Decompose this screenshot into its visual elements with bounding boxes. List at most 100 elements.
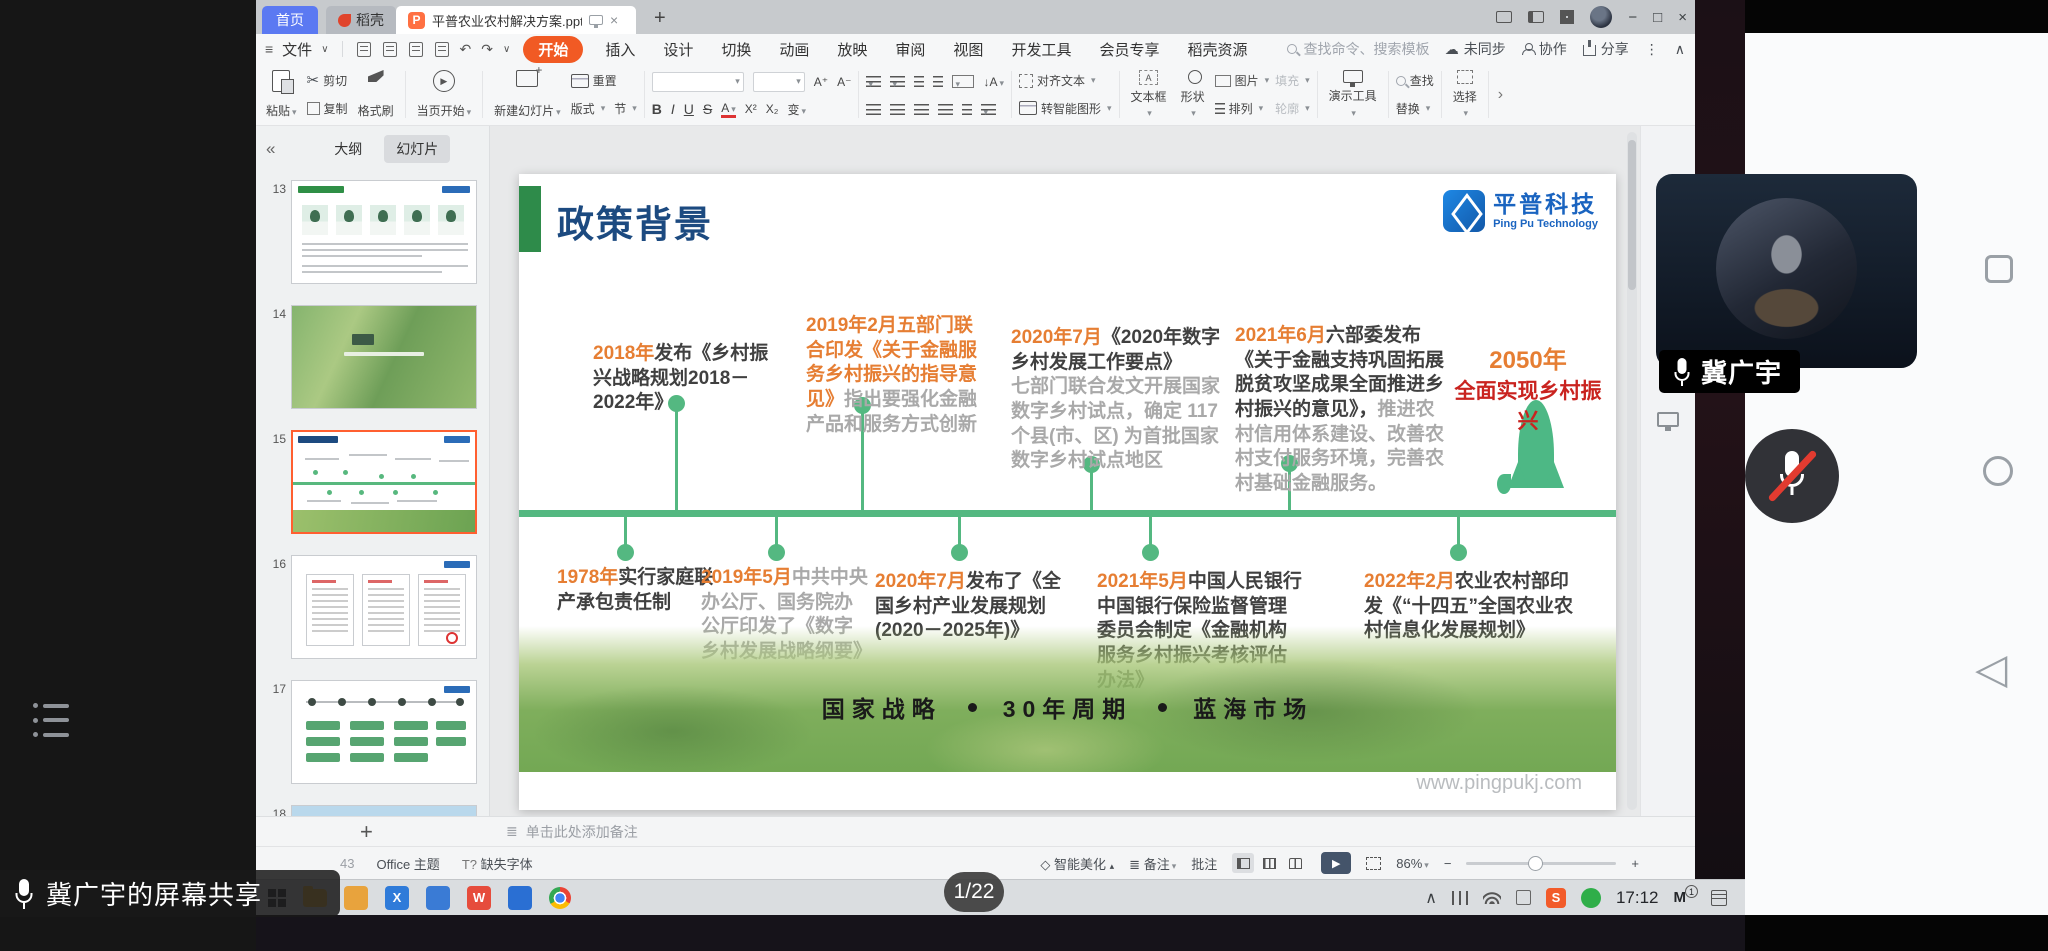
comments-button[interactable]: 批注 [1191, 854, 1217, 873]
app-icon-1[interactable] [344, 886, 368, 910]
redo-icon[interactable]: ↷ [481, 41, 493, 58]
mail-app-icon[interactable] [426, 886, 450, 910]
app-icon-3[interactable] [508, 886, 532, 910]
slide-thumb-15-selected[interactable]: 15 [260, 430, 489, 534]
zoom-slider[interactable] [1466, 862, 1616, 865]
cast-icon[interactable] [589, 15, 603, 25]
reset-button[interactable]: 重置 [571, 72, 637, 89]
collapse-panel-icon[interactable]: « [266, 139, 275, 159]
sync-status[interactable]: ☁ 未同步 [1445, 39, 1506, 59]
tray-expand-icon[interactable]: ∧ [1425, 888, 1437, 908]
tab-document[interactable]: P 平普农业农村解决方案.pptx × [396, 6, 636, 34]
apps-grid-icon[interactable] [1560, 10, 1574, 24]
sogou-input-icon[interactable]: S [1546, 888, 1566, 908]
play-from-current-button[interactable]: ▶ 当页开始 [413, 67, 476, 122]
fit-slide-button[interactable] [1366, 857, 1381, 870]
toolbar-expander[interactable]: › [1498, 86, 1503, 104]
font-color-button[interactable]: A [721, 101, 736, 118]
collapse-ribbon-icon[interactable]: ∧ [1675, 41, 1685, 58]
clock[interactable]: 17:12 [1616, 888, 1659, 908]
menu-transition[interactable]: 切换 [707, 39, 765, 60]
menu-insert[interactable]: 插入 [591, 39, 649, 60]
select-button[interactable]: 选择 [1449, 67, 1481, 122]
align-right-button[interactable] [914, 104, 929, 115]
canvas-scrollbar[interactable] [1627, 132, 1637, 810]
menu-animation[interactable]: 动画 [765, 39, 823, 60]
slide-15[interactable]: 政策背景 平普科技 Ping Pu Technology [519, 174, 1616, 810]
app-icon-2[interactable]: X [385, 886, 409, 910]
zoom-level[interactable]: 86% [1396, 856, 1429, 871]
split-view-icon[interactable] [1528, 11, 1544, 23]
distribute-button[interactable] [962, 104, 972, 115]
more-tools-icon[interactable]: ∨ [503, 44, 510, 55]
preview-icon[interactable] [435, 42, 449, 57]
arrange-button[interactable]: 排列 [1215, 100, 1270, 117]
participants-list-icon[interactable] [33, 703, 75, 737]
highlight-button[interactable]: 变 [787, 101, 806, 118]
participant-video-tile[interactable] [1656, 174, 1917, 368]
android-back-button[interactable]: ◁ [1975, 648, 2007, 690]
print-icon[interactable] [409, 42, 423, 57]
shape-button[interactable]: 形状 [1177, 67, 1209, 122]
chrome-icon[interactable] [549, 887, 571, 909]
zoom-out-button[interactable]: − [1444, 856, 1452, 871]
reading-view-button[interactable] [1284, 853, 1306, 873]
slide-thumb-16[interactable]: 16 [260, 555, 489, 659]
decrease-indent-button[interactable] [914, 76, 924, 87]
close-button[interactable]: × [1678, 9, 1687, 26]
slide-thumb-13[interactable]: 13 [260, 180, 489, 284]
cast-to-screen-icon[interactable] [1657, 412, 1679, 427]
wps-app-icon[interactable]: W [467, 886, 491, 910]
slideshow-play-button[interactable]: ▶ [1321, 852, 1351, 874]
file-menu[interactable]: ≡ 文件 ∨ [260, 39, 334, 60]
new-slide-button[interactable]: 新建幻灯片 [490, 67, 565, 122]
tab-home[interactable]: 首页 [262, 6, 318, 34]
menu-member[interactable]: 会员专享 [1085, 39, 1173, 60]
wifi-icon[interactable] [1483, 891, 1501, 904]
vertical-text-button[interactable]: ↓A [983, 75, 1004, 89]
bold-button[interactable]: B [652, 101, 662, 117]
font-name-select[interactable] [652, 72, 744, 92]
tray-app-icon[interactable] [1516, 890, 1531, 905]
save-icon[interactable] [357, 42, 371, 57]
mute-button[interactable] [1745, 429, 1839, 523]
action-center-icon[interactable] [1711, 890, 1727, 906]
underline-button[interactable]: U [684, 101, 694, 117]
layout-button[interactable]: 版式 [571, 100, 606, 117]
layout-mode-icon[interactable] [1496, 11, 1512, 23]
share-button[interactable]: 分享 [1583, 39, 1629, 59]
add-slide-button[interactable]: + [360, 819, 373, 845]
maximize-button[interactable]: □ [1653, 9, 1662, 26]
subscript-button[interactable]: X₂ [766, 102, 779, 116]
decrease-font-button[interactable]: A⁻ [837, 75, 851, 89]
menu-view[interactable]: 视图 [939, 39, 997, 60]
section-button[interactable]: 节 [614, 100, 637, 117]
slide-thumb-18[interactable]: 18 [260, 805, 489, 816]
undo-icon[interactable]: ↶ [460, 41, 472, 58]
slide-thumb-17[interactable]: 17 [260, 680, 489, 784]
copy-button[interactable]: 复制 [307, 100, 348, 117]
present-tools-button[interactable]: 演示工具 [1325, 67, 1381, 122]
notes-toggle-button[interactable]: ≣ 备注 [1129, 854, 1176, 873]
android-home-button[interactable] [1983, 456, 2013, 486]
bullet-list-button[interactable] [866, 76, 881, 87]
text-direction-button[interactable] [952, 75, 974, 88]
align-center-button[interactable] [890, 104, 905, 115]
zoom-in-button[interactable]: + [1631, 856, 1639, 871]
font-size-select[interactable] [753, 72, 805, 92]
account-avatar[interactable] [1590, 6, 1612, 28]
numbered-list-button[interactable] [890, 76, 905, 87]
tab-docer[interactable]: 稻壳 [326, 6, 396, 34]
align-text-button[interactable]: 对齐文本 [1019, 72, 1112, 89]
tab-slides[interactable]: 幻灯片 [384, 135, 450, 163]
more-menu-icon[interactable]: ⋮ [1645, 41, 1659, 58]
superscript-button[interactable]: X² [745, 102, 757, 116]
missing-font-button[interactable]: T? 缺失字体 [462, 854, 533, 873]
increase-font-button[interactable]: A⁺ [814, 75, 828, 89]
slide-thumb-14[interactable]: 14 [260, 305, 489, 409]
menu-home[interactable]: 开始 [523, 36, 583, 63]
sorter-view-button[interactable] [1258, 853, 1280, 873]
find-button[interactable]: 查找 [1396, 72, 1434, 89]
menu-devtools[interactable]: 开发工具 [997, 39, 1085, 60]
menu-design[interactable]: 设计 [649, 39, 707, 60]
